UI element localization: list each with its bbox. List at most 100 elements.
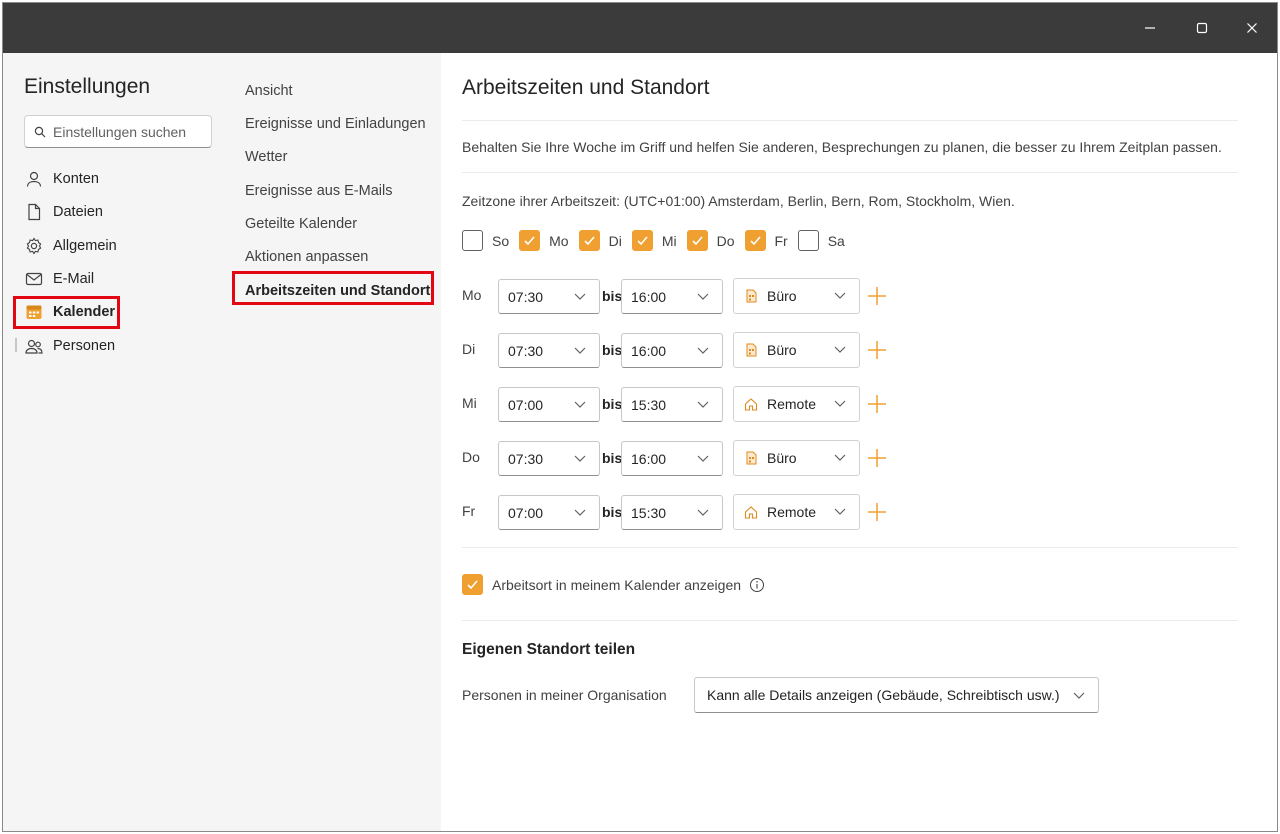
bis-label: bis	[602, 450, 623, 466]
end-time-select[interactable]: 15:30	[621, 495, 723, 530]
location-select[interactable]: Büro	[733, 278, 860, 314]
divider	[462, 172, 1238, 173]
nav-item-allgemein[interactable]: Allgemein	[13, 231, 117, 261]
info-icon[interactable]	[749, 577, 765, 593]
end-time-value: 15:30	[631, 504, 667, 521]
day-checkbox-so[interactable]: So	[462, 230, 509, 251]
subnav-ansicht[interactable]: Ansicht	[245, 83, 293, 99]
row-day-label: Di	[462, 341, 476, 357]
mail-icon	[25, 270, 43, 288]
start-time-select[interactable]: 07:30	[498, 333, 600, 368]
close-button[interactable]	[1237, 13, 1267, 43]
end-time-select[interactable]: 16:00	[621, 333, 723, 368]
checkbox[interactable]	[631, 230, 653, 251]
end-time-select[interactable]: 16:00	[621, 279, 723, 314]
subnav-geteilte-kalender[interactable]: Geteilte Kalender	[245, 216, 357, 232]
nav-item-label: Dateien	[53, 204, 103, 220]
building-icon	[743, 342, 759, 358]
start-time-value: 07:00	[508, 504, 544, 521]
day-checkbox-mo[interactable]: Mo	[519, 230, 569, 251]
checkbox[interactable]	[686, 230, 708, 251]
start-time-select[interactable]: 07:00	[498, 495, 600, 530]
nav-item-label: Personen	[53, 338, 116, 354]
checkbox[interactable]	[797, 230, 819, 251]
chevron-down-icon	[574, 455, 586, 462]
chevron-down-icon	[697, 509, 709, 516]
settings-search[interactable]	[24, 115, 212, 148]
show-location-option[interactable]: Arbeitsort in meinem Kalender anzeigen	[462, 574, 765, 595]
add-icon[interactable]	[867, 502, 887, 522]
row-day-label: Do	[462, 449, 480, 465]
chevron-down-icon	[834, 292, 846, 299]
add-icon[interactable]	[867, 286, 887, 306]
add-icon[interactable]	[867, 448, 887, 468]
search-input[interactable]	[53, 123, 203, 140]
nav-item-email[interactable]: E-Mail	[13, 264, 94, 294]
chevron-down-icon	[697, 455, 709, 462]
nav-item-personen[interactable]: Personen	[13, 331, 115, 361]
subnav-wetter[interactable]: Wetter	[245, 149, 287, 165]
bis-label: bis	[602, 342, 623, 358]
end-time-select[interactable]: 16:00	[621, 441, 723, 476]
location-select[interactable]: Büro	[733, 332, 860, 368]
row-day-label: Mi	[462, 395, 477, 411]
end-time-value: 16:00	[631, 450, 667, 467]
end-time-value: 16:00	[631, 288, 667, 305]
nav-item-dateien[interactable]: Dateien	[13, 197, 103, 227]
checkmark-icon	[524, 236, 535, 246]
day-checkbox-di[interactable]: Di	[578, 230, 622, 251]
show-location-checkbox[interactable]	[462, 574, 483, 595]
day-checkbox-fr[interactable]: Fr	[744, 230, 788, 251]
subnav-ereignisse-einladungen[interactable]: Ereignisse und Einladungen	[245, 116, 426, 132]
start-time-select[interactable]: 07:30	[498, 441, 600, 476]
end-time-value: 15:30	[631, 396, 667, 413]
start-time-select[interactable]: 07:30	[498, 279, 600, 314]
checkbox[interactable]	[578, 230, 600, 251]
add-icon[interactable]	[867, 340, 887, 360]
chevron-down-icon	[1073, 692, 1085, 699]
divider	[462, 120, 1238, 121]
day-checkbox-do[interactable]: Do	[686, 230, 735, 251]
subnav-ereignisse-emails[interactable]: Ereignisse aus E-Mails	[245, 183, 392, 199]
location-select[interactable]: Remote	[733, 386, 860, 422]
minimize-button[interactable]	[1135, 13, 1165, 43]
nav-item-kalender[interactable]: Kalender	[13, 296, 120, 329]
checkmark-icon	[584, 236, 595, 246]
location-value: Büro	[767, 450, 797, 466]
calendar-subnav: Ansicht Ereignisse und Einladungen Wette…	[229, 53, 441, 831]
add-icon[interactable]	[867, 394, 887, 414]
checkbox[interactable]	[744, 230, 766, 251]
location-value: Remote	[767, 504, 817, 520]
location-value: Büro	[767, 342, 797, 358]
location-select[interactable]: Remote	[733, 494, 860, 530]
bis-label: bis	[602, 288, 623, 304]
nav-item-label: E-Mail	[53, 271, 95, 287]
nav-item-konten[interactable]: Konten	[13, 164, 99, 194]
checkbox[interactable]	[519, 230, 541, 251]
day-label: Di	[608, 232, 622, 249]
close-icon	[1247, 23, 1257, 33]
maximize-icon	[1196, 22, 1208, 34]
chevron-down-icon	[834, 346, 846, 353]
start-time-value: 07:00	[508, 396, 544, 413]
location-value: Remote	[767, 396, 817, 412]
page-title: Arbeitszeiten und Standort	[462, 76, 710, 99]
description-text: Behalten Sie Ihre Woche im Griff und hel…	[462, 139, 1222, 155]
day-checkbox-mi[interactable]: Mi	[631, 230, 677, 251]
day-checkbox-sa[interactable]: Sa	[797, 230, 845, 251]
main-panel: Arbeitszeiten und Standort Behalten Sie …	[441, 53, 1277, 831]
nav-item-label: Kalender	[53, 304, 116, 320]
location-select[interactable]: Büro	[733, 440, 860, 476]
chevron-down-icon	[574, 401, 586, 408]
maximize-button[interactable]	[1187, 13, 1217, 43]
start-time-value: 07:30	[508, 288, 544, 305]
day-label: So	[492, 232, 510, 249]
organization-visibility-select[interactable]: Kann alle Details anzeigen (Gebäude, Sch…	[694, 677, 1099, 713]
home-icon	[743, 396, 759, 412]
end-time-select[interactable]: 15:30	[621, 387, 723, 422]
start-time-select[interactable]: 07:00	[498, 387, 600, 422]
subnav-aktionen-anpassen[interactable]: Aktionen anpassen	[245, 249, 368, 265]
checkbox[interactable]	[462, 230, 483, 251]
subnav-arbeitszeiten-standort[interactable]: Arbeitszeiten und Standort	[232, 271, 434, 305]
home-icon	[743, 504, 759, 520]
